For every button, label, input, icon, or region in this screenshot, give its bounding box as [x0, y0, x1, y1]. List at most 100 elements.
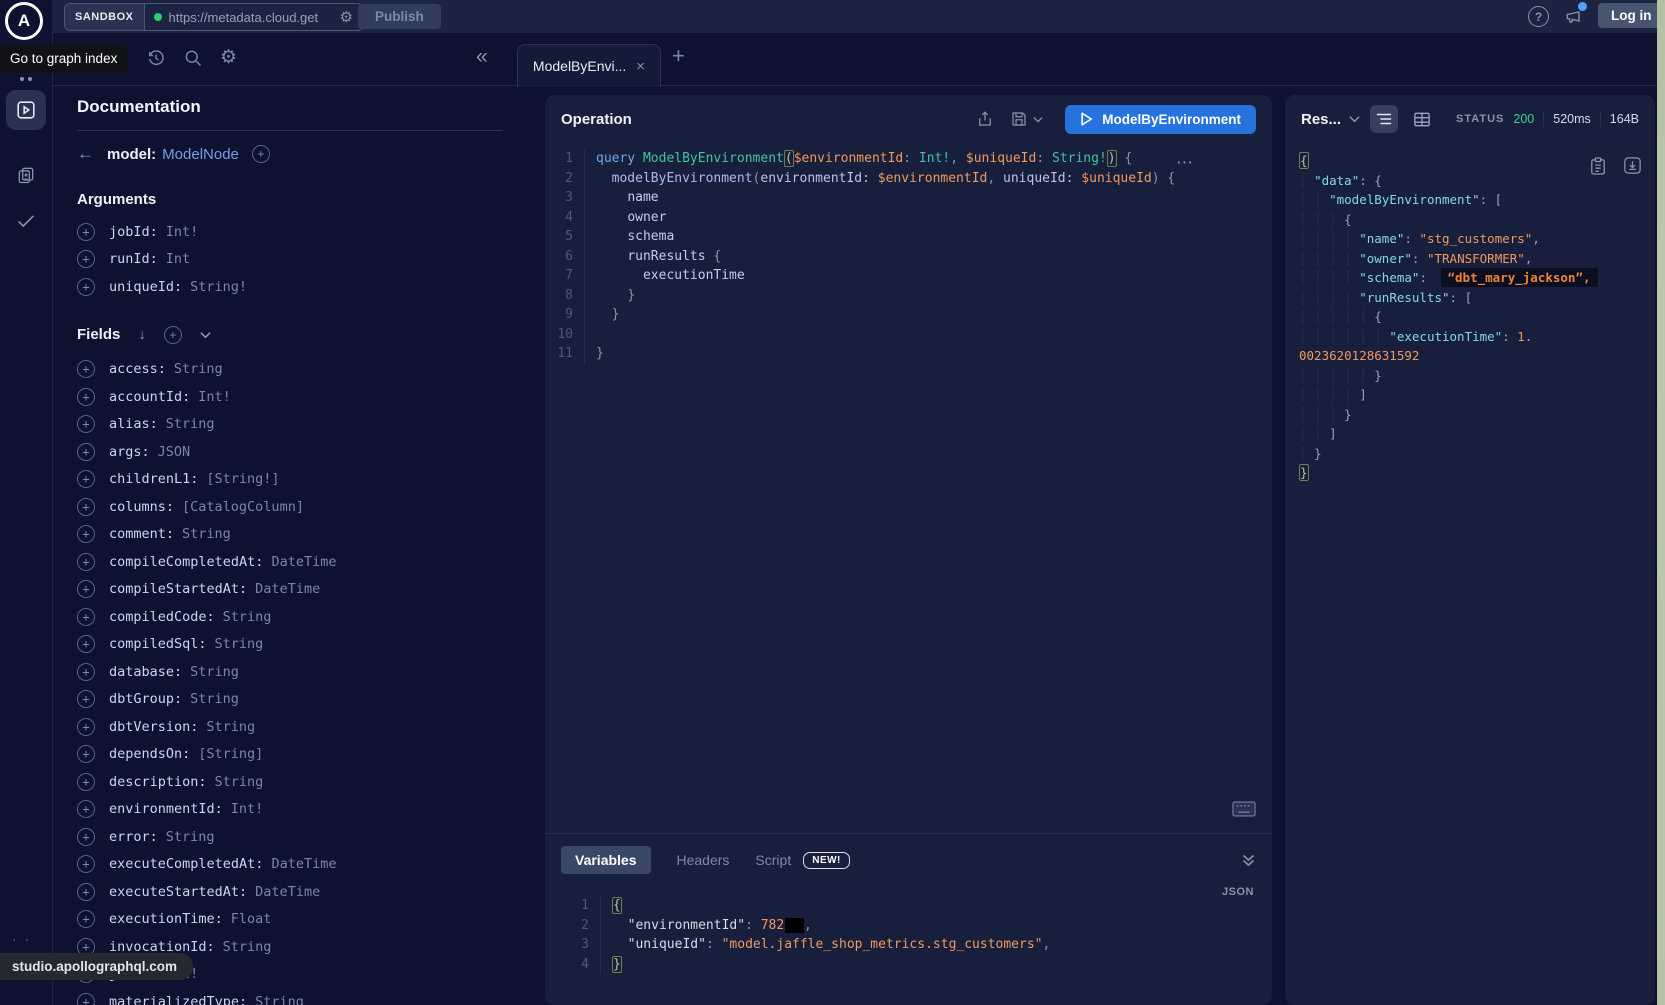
add-field-icon[interactable]: + — [77, 800, 95, 818]
add-field-icon[interactable]: + — [77, 993, 95, 1005]
explorer-icon[interactable] — [6, 90, 46, 130]
add-field-icon[interactable]: + — [77, 443, 95, 461]
field-type[interactable]: String — [190, 691, 239, 707]
field-name[interactable]: dependsOn: — [109, 746, 190, 762]
field-name[interactable]: error: — [109, 829, 158, 845]
field-name[interactable]: executionTime: — [109, 911, 223, 927]
search-icon[interactable] — [183, 48, 203, 68]
field-type[interactable]: Int — [166, 251, 190, 267]
field-type[interactable]: String — [166, 829, 215, 845]
field-type[interactable]: Int! — [198, 389, 231, 405]
add-field-icon[interactable]: + — [77, 635, 95, 653]
add-field-icon[interactable]: + — [77, 608, 95, 626]
field-name[interactable]: args: — [109, 444, 150, 460]
field-type[interactable]: String — [166, 416, 215, 432]
field-type[interactable]: Float — [231, 911, 272, 927]
save-operation-group[interactable] — [1010, 110, 1043, 128]
field-type[interactable]: String — [215, 774, 264, 790]
operation-editor[interactable]: 1query ModelByEnvironment($environmentId… — [545, 143, 1272, 833]
changelog-icon[interactable] — [6, 155, 46, 195]
json-view-toggle[interactable] — [1370, 105, 1398, 133]
field-name[interactable]: compiledCode: — [109, 609, 215, 625]
back-arrow-icon[interactable]: ← — [77, 144, 94, 164]
history-icon[interactable] — [146, 48, 166, 68]
field-type[interactable]: DateTime — [271, 856, 336, 872]
chevron-down-icon[interactable] — [200, 331, 211, 339]
field-name[interactable]: compileStartedAt: — [109, 581, 247, 597]
add-field-icon[interactable]: + — [77, 718, 95, 736]
add-field-icon[interactable]: + — [77, 250, 95, 268]
announcements-icon[interactable] — [1564, 6, 1584, 26]
variables-editor[interactable]: 1{2 "environmentId": 782,3 "uniqueId": "… — [561, 896, 1256, 974]
tab-script[interactable]: Script — [755, 852, 791, 868]
field-type[interactable]: DateTime — [255, 581, 320, 597]
field-type[interactable]: String — [174, 361, 223, 377]
field-name[interactable]: access: — [109, 361, 166, 377]
field-name[interactable]: compiledSql: — [109, 636, 207, 652]
field-name[interactable]: columns: — [109, 499, 174, 515]
field-type[interactable]: String! — [190, 279, 247, 295]
add-field-icon[interactable]: + — [77, 553, 95, 571]
publish-button[interactable]: Publish — [358, 4, 441, 29]
response-json[interactable]: {│ "data": {│ │ "modelByEnvironment": [│… — [1299, 151, 1655, 483]
field-name[interactable]: accountId: — [109, 389, 190, 405]
field-type[interactable]: JSON — [158, 444, 191, 460]
add-field-icon[interactable]: + — [77, 828, 95, 846]
field-type[interactable]: [CatalogColumn] — [182, 499, 304, 515]
field-name[interactable]: jobId: — [109, 224, 158, 240]
operation-tab[interactable]: ModelByEnvi... × — [517, 44, 661, 87]
field-type[interactable]: String — [223, 939, 272, 955]
field-name[interactable]: compileCompletedAt: — [109, 554, 263, 570]
field-type[interactable]: [String] — [198, 746, 263, 762]
add-field-icon[interactable]: + — [77, 470, 95, 488]
collapse-panel-icon[interactable]: « — [476, 45, 488, 69]
add-field-icon[interactable]: + — [77, 745, 95, 763]
endpoint-input[interactable]: https://metadata.cloud.get ⚙ — [145, 4, 362, 30]
field-name[interactable]: environmentId: — [109, 801, 223, 817]
add-field-icon[interactable]: + — [77, 525, 95, 543]
add-field-icon[interactable]: + — [77, 910, 95, 928]
copy-response-icon[interactable] — [1590, 157, 1606, 175]
collapse-variables-icon[interactable] — [1241, 853, 1256, 867]
keyboard-shortcuts-icon[interactable] — [1232, 801, 1256, 817]
add-field-icon[interactable]: + — [77, 415, 95, 433]
add-field-icon[interactable]: + — [77, 773, 95, 791]
field-name[interactable]: database: — [109, 664, 182, 680]
field-type[interactable]: String — [223, 609, 272, 625]
endpoint-settings-icon[interactable]: ⚙ — [340, 10, 353, 25]
tab-headers[interactable]: Headers — [677, 852, 730, 868]
add-tab-icon[interactable]: + — [672, 43, 685, 69]
field-type[interactable]: Int! — [231, 801, 264, 817]
run-operation-button[interactable]: ModelByEnvironment — [1065, 105, 1256, 134]
field-type[interactable]: String — [206, 719, 255, 735]
help-icon[interactable]: ? — [1528, 6, 1549, 27]
add-field-icon[interactable]: + — [77, 580, 95, 598]
field-name[interactable]: description: — [109, 774, 207, 790]
field-name[interactable]: comment: — [109, 526, 174, 542]
add-field-icon[interactable]: + — [77, 498, 95, 516]
add-fields-icon[interactable]: + — [164, 326, 182, 344]
field-name[interactable]: runId: — [109, 251, 158, 267]
checks-icon[interactable] — [6, 201, 46, 241]
add-field-icon[interactable]: + — [77, 690, 95, 708]
table-view-toggle[interactable] — [1408, 105, 1436, 133]
login-button[interactable]: Log in — [1598, 3, 1665, 28]
field-name[interactable]: executeStartedAt: — [109, 884, 247, 900]
add-field-icon[interactable]: + — [77, 388, 95, 406]
field-type[interactable]: Int! — [166, 224, 199, 240]
add-field-icon[interactable]: + — [77, 855, 95, 873]
field-name[interactable]: childrenL1: — [109, 471, 198, 487]
response-dropdown[interactable]: Res... — [1301, 111, 1360, 128]
field-type[interactable]: [String!] — [206, 471, 279, 487]
add-field-icon[interactable]: + — [77, 278, 95, 296]
docs-type-link[interactable]: ModelNode — [162, 146, 239, 163]
field-name[interactable]: executeCompletedAt: — [109, 856, 263, 872]
field-type[interactable]: String — [215, 636, 264, 652]
sort-fields-icon[interactable]: ↓ — [138, 326, 146, 343]
add-all-fields-icon[interactable]: + — [252, 145, 270, 163]
apollo-logo[interactable]: A — [5, 2, 43, 40]
tab-variables[interactable]: Variables — [561, 846, 651, 874]
field-name[interactable]: dbtVersion: — [109, 719, 198, 735]
add-field-icon[interactable]: + — [77, 223, 95, 241]
field-type[interactable]: DateTime — [271, 554, 336, 570]
